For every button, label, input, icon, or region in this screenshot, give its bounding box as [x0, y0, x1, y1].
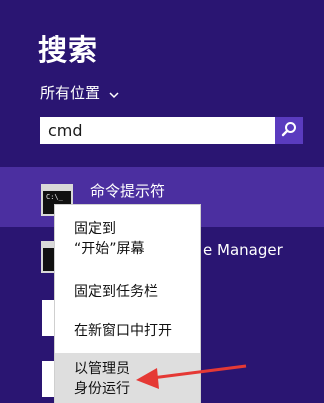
search-scope-label: 所有位置: [40, 84, 101, 102]
search-input[interactable]: [40, 117, 275, 144]
result-label: 命令提示符: [90, 182, 166, 200]
search-icon: [281, 121, 297, 141]
application-icon: [42, 300, 56, 336]
menu-item-label: 固定到任务栏: [74, 284, 158, 300]
chevron-down-icon: [108, 87, 120, 99]
result-label: e Manager: [203, 241, 283, 259]
menu-item-label: “开始”屏幕: [74, 241, 145, 257]
search-button[interactable]: [275, 117, 303, 144]
application-icon: [42, 361, 56, 397]
menu-item-label: 身份运行: [74, 381, 130, 397]
search-box: [40, 117, 303, 144]
menu-item-pin-to-taskbar[interactable]: 固定到任务栏: [55, 282, 200, 302]
page-title: 搜索: [38, 33, 99, 67]
menu-item-run-as-admin[interactable]: 以管理员 身份运行: [55, 353, 200, 403]
menu-item-label: 以管理员: [74, 361, 130, 377]
menu-item-label: 在新窗口中打开: [74, 323, 172, 339]
menu-item-open-new-window[interactable]: 在新窗口中打开: [55, 321, 200, 341]
context-menu: 固定到 “开始”屏幕 固定到任务栏 在新窗口中打开 以管理员 身份运行: [55, 205, 200, 403]
search-scope-dropdown[interactable]: 所有位置: [40, 82, 120, 103]
menu-item-pin-to-start[interactable]: 固定到 “开始”屏幕: [55, 219, 200, 259]
menu-item-label: 固定到: [74, 221, 116, 237]
